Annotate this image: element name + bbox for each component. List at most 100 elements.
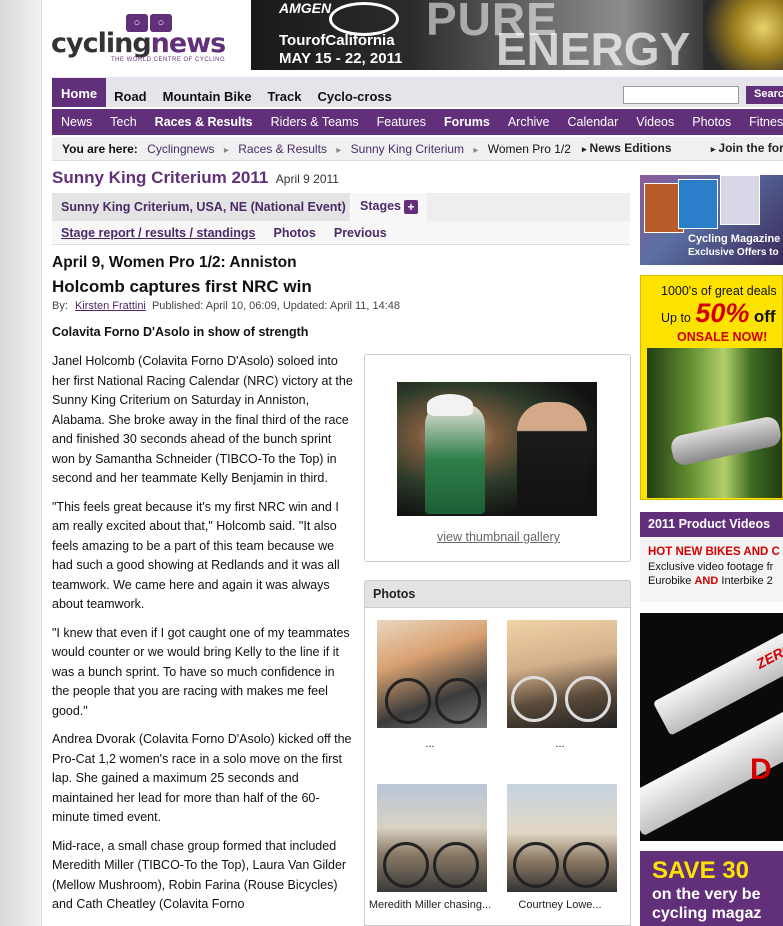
breadcrumb-bar: You are here: Cyclingnews ▸ Races & Resu…: [52, 137, 783, 161]
bike-wheel-icon: [385, 678, 431, 724]
banner-amgen: AMGEN: [279, 0, 332, 16]
arrow-right-icon: ▸: [582, 144, 587, 154]
tab-stages-label: Stages: [360, 199, 401, 213]
nav-riders-teams[interactable]: Riders & Teams: [262, 115, 368, 129]
photo-thumbnail[interactable]: [377, 620, 487, 728]
save-line-2: on the very be: [652, 886, 761, 903]
bike-wheel-icon: [383, 842, 429, 888]
magazine-subscription-ad[interactable]: SAVE 30 on the very be cycling magaz: [640, 851, 783, 926]
published-dates: Published: April 10, 06:09, Updated: Apr…: [151, 300, 401, 312]
deals-upto: Up to: [661, 311, 691, 325]
nav-forums[interactable]: Forums: [435, 115, 499, 129]
subtab-photos[interactable]: Photos: [265, 226, 325, 240]
product-videos-heading: 2011 Product Videos: [640, 512, 783, 537]
event-interbike: Interbike 2: [721, 575, 773, 587]
nav-tech[interactable]: Tech: [101, 115, 145, 129]
nav-fitness[interactable]: Fitness: [740, 115, 783, 129]
banner-energy: ENERGY: [496, 23, 691, 70]
photos-panel: Photos ... ... Meredith Miller chasing..…: [364, 580, 631, 926]
event-eurobike: Eurobike: [648, 575, 692, 587]
join-forum-link[interactable]: ▸Join the forum: [711, 141, 783, 155]
nav-home[interactable]: Home: [52, 78, 107, 107]
tab-event[interactable]: Sunny King Criterium, USA, NE (National …: [52, 193, 355, 221]
deals-line: 1000's of great deals: [661, 284, 777, 298]
product-videos-box[interactable]: 2011 Product Videos HOT NEW BIKES AND C …: [640, 512, 783, 602]
bike-wheel-icon: [565, 676, 611, 722]
bike-wheel-icon: [435, 678, 481, 724]
news-editions-link[interactable]: ▸ News Editions: [582, 141, 690, 155]
view-gallery-link[interactable]: view thumbnail gallery: [365, 530, 632, 544]
nav-photos[interactable]: Photos: [683, 115, 740, 129]
nav-features[interactable]: Features: [368, 115, 435, 129]
breadcrumb-separator-icon: ▸: [336, 145, 342, 156]
logo-word-news: news: [150, 28, 227, 59]
photo-thumbnail[interactable]: [377, 784, 487, 892]
tube-ad-red-text: D: [750, 753, 772, 786]
article-lead: Colavita Forno D'Asolo in show of streng…: [52, 325, 309, 339]
article-headline: Holcomb captures first NRC win: [52, 277, 312, 296]
breadcrumb-label: You are here:: [62, 142, 138, 156]
photo-caption: ...: [425, 738, 435, 750]
event-date: April 9 2011: [275, 172, 339, 186]
banner-tour: TourofCalifornia: [279, 32, 395, 49]
deals-discount: Up to 50% off: [661, 298, 776, 329]
tab-stages[interactable]: Stages +: [350, 193, 427, 221]
nav-mountain-bike[interactable]: Mountain Bike: [155, 89, 260, 107]
primary-nav-bar: Home Road Mountain Bike Track Cyclo-cros…: [52, 77, 783, 107]
nav-cyclo-cross[interactable]: Cyclo-cross: [309, 89, 399, 107]
photo-thumbnail[interactable]: [507, 620, 617, 728]
breadcrumb-cyclingnews[interactable]: Cyclingnews: [147, 142, 214, 156]
magazine-cover: [720, 175, 760, 225]
featured-photo-box: view thumbnail gallery: [364, 354, 631, 562]
nav-calendar[interactable]: Calendar: [559, 115, 628, 129]
photo-caption: Courtney Lowe...: [518, 899, 602, 911]
article-paragraph: Mid-race, a small chase group formed tha…: [52, 838, 347, 912]
subtab-stage-report[interactable]: Stage report / results / standings: [52, 226, 265, 240]
zero-tube-ad[interactable]: ZERO D: [640, 613, 783, 841]
save-headline: SAVE 30: [652, 857, 749, 884]
plus-icon: +: [404, 200, 418, 214]
stage-title: April 9, Women Pro 1/2: Anniston: [52, 254, 297, 271]
bike-wheel-icon: [433, 842, 479, 888]
bike-wheel-icon: [513, 842, 559, 888]
magazine-ad-subtitle: Exclusive Offers to: [688, 247, 779, 258]
banner-dates: MAY 15 - 22, 2011: [279, 50, 403, 67]
product-videos-text: Exclusive video footage fr: [648, 561, 774, 573]
nav-road[interactable]: Road: [106, 89, 155, 107]
byline: By: Kirsten Frattini Published: April 10…: [52, 300, 400, 312]
nav-track[interactable]: Track: [259, 89, 309, 107]
cyclingnews-logo[interactable]: ○ ○ cyclingnews THE WORLD CENTRE OF CYCL…: [51, 14, 251, 64]
window-left-edge: [0, 0, 42, 926]
breadcrumb-separator-icon: ▸: [473, 145, 479, 156]
deals-ad[interactable]: 1000's of great deals Up to 50% off ONSA…: [640, 275, 783, 500]
breadcrumb-sunny-king[interactable]: Sunny King Criterium: [351, 142, 464, 156]
search-button[interactable]: Search: [746, 86, 783, 104]
page: ○ ○ cyclingnews THE WORLD CENTRE OF CYCL…: [43, 0, 783, 926]
banner-wheel-icon: [329, 2, 399, 36]
photo-helmet: [427, 394, 473, 416]
nav-videos[interactable]: Videos: [627, 115, 683, 129]
magazine-ad-title: Cycling Magazine: [688, 233, 781, 245]
stage-subtabs: Stage report / results / standings Photo…: [52, 221, 630, 245]
search-input[interactable]: [623, 86, 739, 104]
bike-wheel-icon: [511, 676, 557, 722]
arrow-right-icon: ▸: [710, 144, 716, 154]
featured-photo[interactable]: [397, 382, 597, 516]
article-paragraph: Janel Holcomb (Colavita Forno D'Asolo) s…: [52, 354, 353, 485]
subtab-previous[interactable]: Previous: [325, 226, 396, 240]
event-tabs: Sunny King Criterium, USA, NE (National …: [52, 193, 630, 221]
secondary-nav: News Tech Races & Results Riders & Teams…: [52, 109, 783, 135]
nav-races-results[interactable]: Races & Results: [146, 115, 262, 129]
magazine-offers-ad[interactable]: Cycling Magazine Exclusive Offers to: [640, 175, 783, 265]
tour-of-california-banner[interactable]: AMGEN TourofCalifornia MAY 15 - 22, 2011…: [251, 0, 783, 70]
deals-off: off: [753, 307, 776, 326]
secondary-nav-bar: News Tech Races & Results Riders & Teams…: [52, 109, 783, 135]
nav-archive[interactable]: Archive: [499, 115, 559, 129]
nav-news[interactable]: News: [52, 115, 101, 129]
breadcrumb-races-results[interactable]: Races & Results: [238, 142, 327, 156]
logo-tagline: THE WORLD CENTRE OF CYCLING: [111, 57, 226, 63]
breadcrumb-separator-icon: ▸: [223, 145, 229, 156]
author-link[interactable]: Kirsten Frattini: [75, 300, 146, 312]
photo-thumbnail[interactable]: [507, 784, 617, 892]
bike-wheel-icon: [563, 842, 609, 888]
